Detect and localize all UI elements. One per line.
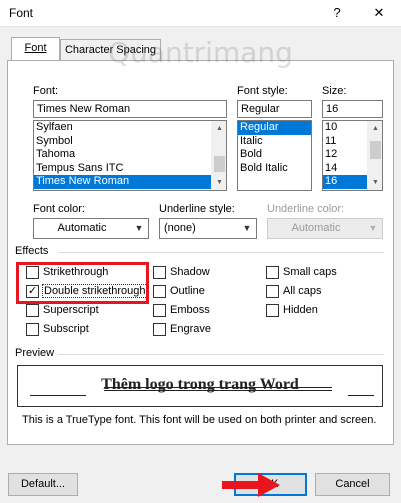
all-caps-label: All caps xyxy=(283,285,322,297)
preview-strike-line xyxy=(104,390,332,391)
cancel-button[interactable]: Cancel xyxy=(315,473,390,496)
tab-font-label: Font xyxy=(24,42,47,54)
underline-color-label: Underline color: xyxy=(267,203,345,215)
shadow-checkbox[interactable] xyxy=(153,266,166,279)
font-style-label: Font style: xyxy=(237,85,288,97)
highlight-annotation-box xyxy=(16,262,149,304)
font-style-input[interactable]: Regular xyxy=(237,100,312,118)
font-style-item[interactable]: Bold Italic xyxy=(238,162,311,176)
scroll-up-arrow-icon[interactable]: ▲ xyxy=(212,121,226,136)
font-color-dropdown[interactable]: Automatic ▼ xyxy=(33,218,149,239)
font-scrollbar[interactable]: ▲ ▼ xyxy=(211,121,226,190)
preview-strike-line xyxy=(104,387,332,388)
font-style-item[interactable]: Italic xyxy=(238,135,311,149)
font-list-item[interactable]: Tahoma xyxy=(34,148,226,162)
scroll-down-arrow-icon[interactable]: ▼ xyxy=(368,175,382,190)
scroll-up-arrow-icon[interactable]: ▲ xyxy=(368,121,382,136)
font-list-item[interactable]: Symbol xyxy=(34,135,226,149)
scroll-down-arrow-icon[interactable]: ▼ xyxy=(212,175,226,190)
size-scrollbar[interactable]: ▲ ▼ xyxy=(367,121,382,190)
font-info-text: This is a TrueType font. This font will … xyxy=(22,414,377,426)
chevron-down-icon: ▼ xyxy=(368,223,378,233)
scroll-thumb[interactable] xyxy=(214,156,225,172)
font-input[interactable]: Times New Roman xyxy=(33,100,227,118)
scroll-thumb[interactable] xyxy=(370,141,381,159)
preview-heading: Preview xyxy=(15,347,55,359)
window-title: Font xyxy=(9,6,34,20)
size-label: Size: xyxy=(322,85,347,97)
red-arrow-icon xyxy=(222,473,280,497)
font-label: Font: xyxy=(33,85,59,97)
all-caps-checkbox[interactable] xyxy=(266,285,279,298)
set-default-button[interactable]: Default... xyxy=(8,473,78,496)
font-style-listbox[interactable]: Regular Italic Bold Bold Italic xyxy=(237,120,312,191)
subscript-checkbox[interactable] xyxy=(26,323,39,336)
underline-style-value: (none) xyxy=(164,222,196,234)
underline-color-dropdown: Automatic ▼ xyxy=(267,218,383,239)
help-button[interactable]: ? xyxy=(326,3,348,23)
outline-label: Outline xyxy=(170,285,205,297)
superscript-checkbox[interactable] xyxy=(26,304,39,317)
close-button[interactable]: ✕ xyxy=(368,3,390,23)
size-input[interactable]: 16 xyxy=(322,100,383,118)
chevron-down-icon: ▼ xyxy=(134,223,144,233)
font-color-label: Font color: xyxy=(33,203,85,215)
hidden-label: Hidden xyxy=(283,304,318,316)
emboss-checkbox[interactable] xyxy=(153,304,166,317)
effects-divider xyxy=(58,252,384,253)
small-caps-label: Small caps xyxy=(283,266,337,278)
underline-style-dropdown[interactable]: (none) ▼ xyxy=(159,218,257,239)
underline-style-label: Underline style: xyxy=(159,203,235,215)
preview-box: Thêm logo trong trang Word xyxy=(17,365,383,407)
hidden-checkbox[interactable] xyxy=(266,304,279,317)
size-listbox[interactable]: 10 11 12 14 16 ▲ ▼ xyxy=(322,120,383,191)
title-bar: Font ? ✕ xyxy=(0,0,401,26)
font-style-item[interactable]: Bold xyxy=(238,148,311,162)
superscript-label: Superscript xyxy=(43,304,99,316)
effects-heading: Effects xyxy=(15,245,49,257)
chevron-down-icon: ▼ xyxy=(242,223,252,233)
preview-baseline-left xyxy=(30,395,86,396)
preview-baseline-right xyxy=(348,395,374,396)
watermark-text: Quantrimang xyxy=(108,36,293,69)
preview-divider xyxy=(58,354,384,355)
font-list-item[interactable]: Sylfaen xyxy=(34,121,226,135)
font-list-item[interactable]: Tempus Sans ITC xyxy=(34,162,226,176)
subscript-label: Subscript xyxy=(43,323,89,335)
font-style-item-selected[interactable]: Regular xyxy=(238,121,311,135)
size-list-item-selected[interactable]: 16 xyxy=(323,175,367,189)
preview-sample-text: Thêm logo trong trang Word xyxy=(101,376,299,393)
small-caps-checkbox[interactable] xyxy=(266,266,279,279)
engrave-checkbox[interactable] xyxy=(153,323,166,336)
font-color-value: Automatic xyxy=(57,222,107,234)
watermark-logo: Quantrimang xyxy=(108,36,293,69)
outline-checkbox[interactable] xyxy=(153,285,166,298)
font-list-item-selected[interactable]: Times New Roman xyxy=(34,175,226,189)
emboss-label: Emboss xyxy=(170,304,210,316)
shadow-label: Shadow xyxy=(170,266,210,278)
engrave-label: Engrave xyxy=(170,323,211,335)
tab-font[interactable]: Font xyxy=(11,37,60,60)
font-listbox[interactable]: Sylfaen Symbol Tahoma Tempus Sans ITC Ti… xyxy=(33,120,227,191)
underline-color-value: Automatic xyxy=(291,222,341,234)
